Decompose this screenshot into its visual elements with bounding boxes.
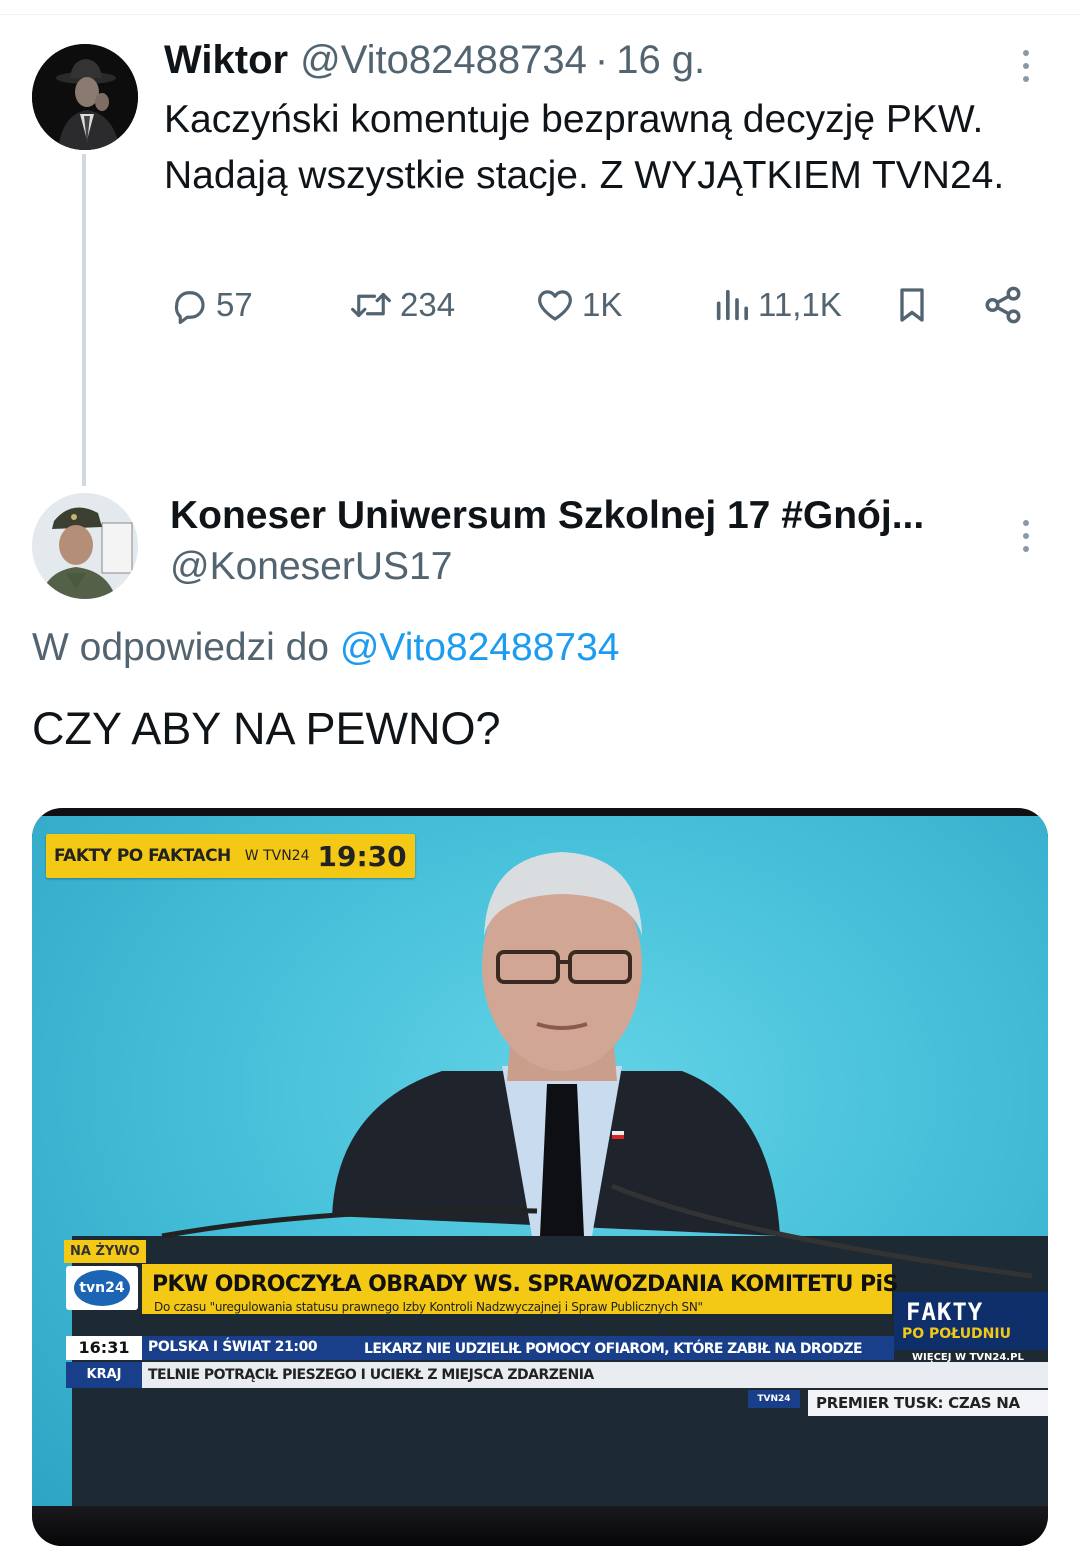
reply-prefix: W odpowiedzi do — [32, 626, 329, 669]
repost-count: 234 — [400, 286, 456, 323]
reply-context: W odpowiedzi do @Vito82488734 — [32, 626, 619, 670]
author-name[interactable]: Koneser Uniwersum Szkolnej 17 #Gnój... — [170, 494, 924, 538]
ticker-top-text: LEKARZ NIE UDZIELIŁ POMOCY OFIAROM, KTÓR… — [364, 1341, 863, 1357]
tv-screen: FAKTY PO FAKTACH W TVN24 19:30 NA ŻYWO t… — [32, 816, 1048, 1506]
share-icon — [985, 286, 1021, 324]
reply-mention-link[interactable]: @Vito82488734 — [340, 626, 620, 669]
premier-ticker-text: PREMIER TUSK: CZAS NA — [808, 1390, 1048, 1416]
avatar-wiktor[interactable] — [32, 44, 138, 150]
avatar-koneser[interactable] — [32, 493, 138, 599]
bookmark-icon — [900, 288, 924, 322]
broadcast-clock: 16:31 — [66, 1336, 142, 1360]
live-badge: NA ŻYWO — [64, 1240, 146, 1263]
promo-channel: W TVN24 — [244, 848, 310, 864]
share-button[interactable] — [982, 282, 1024, 328]
timeline: Wiktor @Vito82488734 · 16 g. Kaczyński k… — [0, 0, 1080, 1562]
author-handle[interactable]: @Vito82488734 — [300, 38, 587, 83]
section-label: KRAJ — [66, 1362, 142, 1388]
views-button[interactable]: 11,1K — [712, 282, 842, 328]
tweet-text: CZY ABY NA PEWNO? — [32, 703, 501, 754]
thread-connector — [82, 154, 86, 486]
like-icon — [538, 290, 572, 321]
bookmark-button[interactable] — [892, 282, 932, 328]
tweet-text: Kaczyński komentuje bezprawną decyzję PK… — [164, 98, 1005, 197]
tweet-timestamp[interactable]: 16 g. — [616, 38, 705, 83]
repost-icon — [351, 292, 391, 318]
promo-time: 19:30 — [317, 839, 407, 873]
fakty-sub-text: PO POŁUDNIU — [902, 1326, 1011, 1342]
tweet-actions: 57 234 1K 11,1K — [164, 282, 1044, 328]
ticker-crawl-text: TELNIE POTRĄCIŁ PIESZEGO I UCIEKŁ Z MIEJ… — [148, 1367, 594, 1383]
views-icon — [716, 289, 748, 321]
program-promo-banner: FAKTY PO FAKTACH W TVN24 19:30 — [46, 834, 415, 878]
subheadline-text: Do czasu "uregulowania statusu prawnego … — [154, 1300, 703, 1314]
separator: · — [594, 38, 609, 82]
more-icon[interactable] — [1020, 520, 1032, 559]
promo-program: FAKTY PO FAKTACH — [54, 846, 231, 866]
reply-count: 57 — [216, 286, 253, 323]
author-name[interactable]: Wiktor — [164, 38, 288, 83]
author-handle[interactable]: @KoneserUS17 — [170, 545, 452, 589]
fakty-po-poludniu-logo: FAKTY PO POŁUDNIU — [894, 1292, 1048, 1350]
divider — [0, 14, 1080, 15]
fakty-logo-text: FAKTY — [906, 1298, 984, 1326]
repost-button[interactable]: 234 — [348, 282, 455, 328]
reply-icon — [174, 291, 205, 325]
tvn24-logo-text: tvn24 — [74, 1270, 130, 1306]
tweet-header: Wiktor @Vito82488734 · 16 g. — [164, 38, 705, 88]
tv-bezel — [32, 1506, 1048, 1546]
reply-button[interactable]: 57 — [168, 282, 253, 328]
small-tvn24-logo: TVN24 — [748, 1390, 800, 1408]
tvn24-logo: tvn24 — [66, 1266, 138, 1310]
tweet-media-image[interactable]: FAKTY PO FAKTACH W TVN24 19:30 NA ŻYWO t… — [32, 808, 1048, 1546]
headline-text: PKW ODROCZYŁA OBRADY WS. SPRAWOZDANIA KO… — [152, 1272, 898, 1297]
more-icon[interactable] — [1020, 50, 1032, 89]
views-count: 11,1K — [758, 286, 842, 323]
next-program: POLSKA I ŚWIAT 21:00 — [148, 1339, 318, 1355]
like-button[interactable]: 1K — [534, 282, 622, 328]
like-count: 1K — [582, 286, 623, 323]
